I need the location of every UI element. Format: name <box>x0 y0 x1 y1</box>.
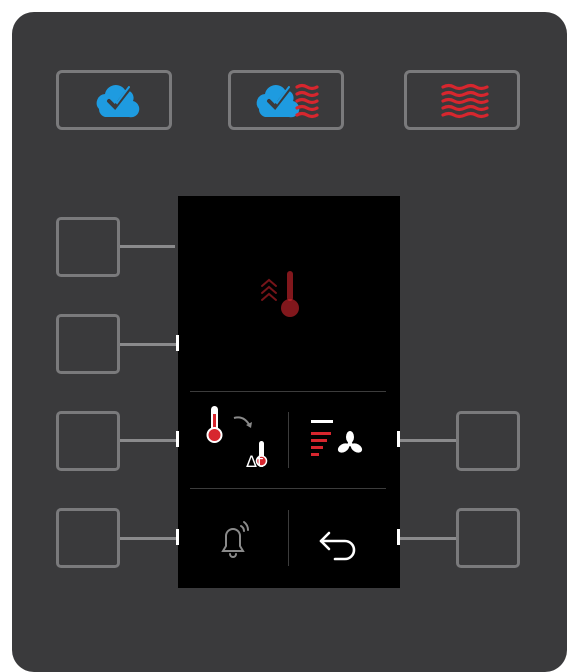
right-button-1[interactable] <box>456 411 520 471</box>
delta-t-softkey[interactable] <box>178 396 288 488</box>
display-divider-horizontal-1 <box>190 391 386 392</box>
left-tick-3 <box>176 431 179 447</box>
alarm-softkey[interactable] <box>178 492 288 584</box>
left-button-3[interactable] <box>56 411 120 471</box>
right-connector-1 <box>400 439 456 442</box>
steam-icon <box>96 85 140 118</box>
core-temperature-rising-icon <box>261 271 299 317</box>
hot-air-icon <box>441 83 489 119</box>
combi-steam-hot-air-icon <box>256 83 319 119</box>
left-button-1[interactable] <box>56 217 120 277</box>
left-connector-3 <box>120 439 178 442</box>
display-screen: Δt <box>178 196 400 588</box>
right-button-2[interactable] <box>456 508 520 568</box>
display-divider-horizontal-2 <box>190 488 386 489</box>
left-button-2[interactable] <box>56 314 120 374</box>
left-connector-1 <box>120 245 175 248</box>
steam-mode-button[interactable] <box>56 70 172 130</box>
left-tick-2 <box>176 335 179 351</box>
left-connector-4 <box>120 537 178 540</box>
left-tick-4 <box>176 529 179 545</box>
right-tick-2 <box>397 529 400 545</box>
combi-steam-hot-air-button[interactable] <box>228 70 344 130</box>
right-connector-2 <box>400 537 456 540</box>
right-tick-1 <box>397 431 400 447</box>
left-button-4[interactable] <box>56 508 120 568</box>
fan-speed-softkey[interactable] <box>289 396 400 488</box>
left-connector-2 <box>120 343 178 346</box>
hot-air-mode-button[interactable] <box>404 70 520 130</box>
back-softkey[interactable] <box>289 492 400 584</box>
